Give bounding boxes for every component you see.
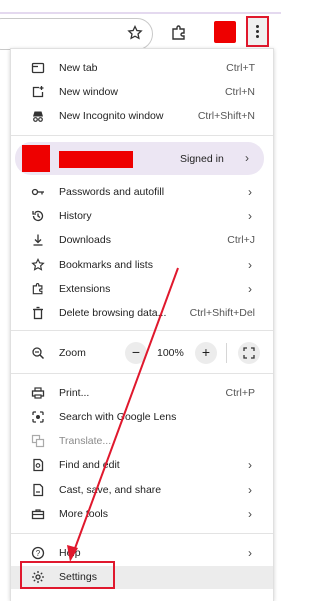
help-icon: ? [31, 546, 45, 560]
more-menu-icon[interactable] [246, 16, 269, 47]
menu-item-more-tools[interactable]: More tools › [11, 503, 273, 525]
menu-item-print[interactable]: Print... Ctrl+P [11, 382, 273, 404]
chevron-right-icon: › [248, 546, 252, 560]
translate-icon [31, 434, 45, 448]
trash-icon [31, 306, 45, 320]
menu-item-label: More tools [59, 508, 109, 520]
chevron-right-icon: › [248, 282, 252, 296]
menu-item-label: New window [59, 86, 118, 98]
menu-item-label: New Incognito window [59, 110, 164, 122]
menu-item-label: Cast, save, and share [59, 484, 162, 496]
menu-item-label: Extensions [59, 283, 111, 295]
menu-item-label: Translate... [59, 435, 112, 447]
menu-item-label: Downloads [59, 234, 111, 246]
menu-item-google-lens[interactable]: Search with Google Lens [11, 406, 273, 428]
zoom-in-button[interactable]: + [195, 342, 217, 364]
menu-divider [11, 330, 273, 331]
svg-text:?: ? [36, 549, 41, 558]
menu-item-shortcut: Ctrl+J [227, 234, 255, 246]
menu-item-bookmarks[interactable]: Bookmarks and lists › [11, 254, 273, 276]
signed-in-status: Signed in [180, 153, 224, 165]
menu-item-shortcut: Ctrl+T [226, 62, 255, 74]
menu-item-cast-save-share[interactable]: Cast, save, and share › [11, 479, 273, 501]
chevron-right-icon: › [248, 483, 252, 497]
menu-item-downloads[interactable]: Downloads Ctrl+J [11, 229, 273, 251]
find-icon [31, 458, 45, 472]
menu-item-label: Help [59, 547, 81, 559]
profile-avatar-button[interactable] [214, 21, 236, 43]
new-window-icon [31, 85, 45, 99]
chevron-right-icon: › [245, 151, 249, 165]
menu-item-label: Print... [59, 387, 90, 399]
zoom-icon [31, 346, 45, 360]
lens-icon [31, 410, 45, 424]
menu-item-label: Zoom [59, 347, 86, 359]
menu-item-label: New tab [59, 62, 98, 74]
menu-item-label: Search with Google Lens [59, 411, 177, 423]
download-icon [31, 233, 45, 247]
chevron-right-icon: › [248, 458, 252, 472]
menu-item-label: History [59, 210, 92, 222]
chevron-right-icon: › [248, 209, 252, 223]
chevron-right-icon: › [248, 258, 252, 272]
zoom-level: 100% [157, 347, 184, 359]
profile-row[interactable]: Signed in › [15, 142, 264, 175]
menu-item-delete-browsing-data[interactable]: Delete browsing data... Ctrl+Shift+Del [11, 302, 273, 324]
profile-name-redacted [59, 151, 133, 168]
menu-item-label: Delete browsing data... [59, 307, 167, 319]
toolbox-icon [31, 507, 45, 521]
menu-item-new-window[interactable]: New window Ctrl+N [11, 81, 273, 103]
menu-item-new-tab[interactable]: New tab Ctrl+T [11, 57, 273, 79]
chevron-right-icon: › [248, 185, 252, 199]
extensions-icon[interactable] [170, 24, 188, 42]
menu-item-shortcut: Ctrl+Shift+N [197, 110, 255, 122]
chevron-right-icon: › [248, 507, 252, 521]
menu-item-passwords[interactable]: Passwords and autofill › [11, 181, 273, 203]
menu-divider [11, 135, 273, 136]
incognito-icon [31, 109, 45, 123]
zoom-out-button[interactable]: − [125, 342, 147, 364]
menu-item-new-incognito[interactable]: New Incognito window Ctrl+Shift+N [11, 105, 273, 127]
avatar [22, 145, 50, 172]
new-tab-icon [31, 61, 45, 75]
menu-item-label: Find and edit [59, 459, 120, 471]
menu-item-history[interactable]: History › [11, 205, 273, 227]
zoom-separator [226, 343, 227, 363]
menu-item-label: Bookmarks and lists [59, 259, 153, 271]
menu-item-translate[interactable]: Translate... [11, 430, 273, 452]
key-icon [31, 185, 45, 199]
extension-icon [31, 282, 45, 296]
menu-item-shortcut: Ctrl+P [225, 387, 255, 399]
star-icon[interactable] [127, 25, 143, 41]
menu-item-label: Passwords and autofill [59, 186, 165, 198]
menu-item-extensions[interactable]: Extensions › [11, 278, 273, 300]
cast-icon [31, 483, 45, 497]
tab-strip-edge [0, 12, 281, 14]
settings-highlight-box [20, 561, 115, 589]
print-icon [31, 386, 45, 400]
menu-item-find-and-edit[interactable]: Find and edit › [11, 454, 273, 476]
history-icon [31, 209, 45, 223]
menu-item-shortcut: Ctrl+Shift+Del [189, 307, 255, 319]
fullscreen-icon[interactable] [238, 342, 260, 364]
star-icon [31, 258, 45, 272]
menu-divider [11, 373, 273, 374]
chrome-main-menu: New tab Ctrl+T New window Ctrl+N New Inc… [10, 48, 274, 601]
menu-divider [11, 533, 273, 534]
menu-item-shortcut: Ctrl+N [224, 86, 255, 98]
